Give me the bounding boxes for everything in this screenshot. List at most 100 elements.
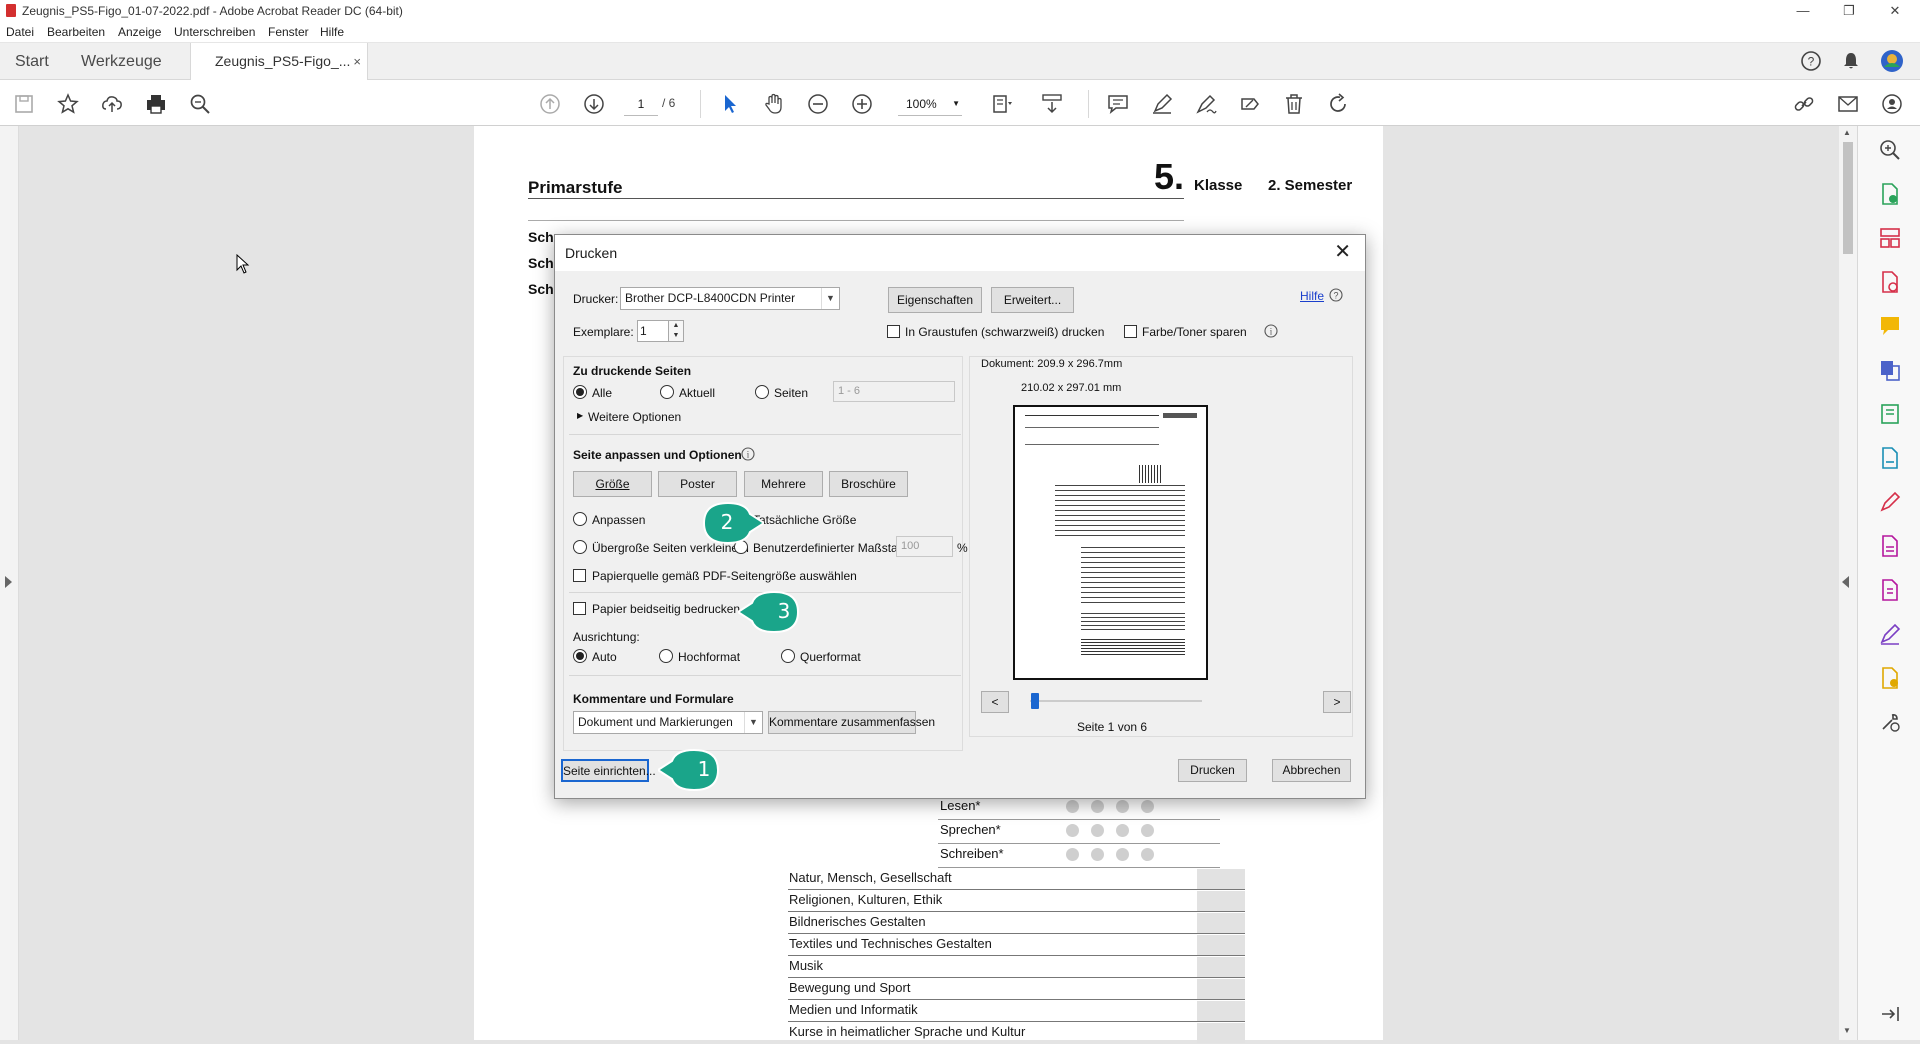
orient-auto-radio[interactable] — [573, 649, 587, 663]
zoom-out-icon[interactable] — [806, 92, 830, 116]
expand-left-panel-icon[interactable] — [5, 576, 12, 588]
printer-select[interactable]: Brother DCP-L8400CDN Printer ▼ — [620, 287, 840, 310]
cloud-upload-icon[interactable] — [100, 92, 124, 116]
collapse-panel-icon[interactable] — [1842, 576, 1849, 588]
scroll-up-icon[interactable]: ▲ — [1843, 128, 1851, 137]
pages-all-radio[interactable] — [573, 385, 587, 399]
duplex-checkbox[interactable] — [573, 602, 586, 615]
rotate-icon[interactable] — [1326, 92, 1350, 116]
menu-edit[interactable]: Bearbeiten — [47, 25, 105, 39]
poster-button[interactable]: Poster — [658, 471, 737, 497]
organize-pages-icon[interactable] — [1878, 226, 1902, 250]
more-tools-icon[interactable] — [1878, 710, 1902, 734]
shrink-radio[interactable] — [573, 540, 587, 554]
export-pdf-icon[interactable] — [1878, 182, 1902, 206]
combine-files-icon[interactable] — [1878, 358, 1902, 382]
booklet-button[interactable]: Broschüre — [829, 471, 908, 497]
print-icon[interactable] — [144, 92, 168, 116]
hand-tool-icon[interactable] — [762, 92, 786, 116]
preview-page-slider[interactable] — [1030, 700, 1202, 702]
optimize-icon[interactable] — [1878, 578, 1902, 602]
sign-panel-icon[interactable] — [1878, 622, 1902, 646]
info-icon[interactable]: i — [741, 447, 755, 461]
orient-portrait-radio[interactable] — [659, 649, 673, 663]
fit-radio[interactable] — [573, 512, 587, 526]
pages-range-radio[interactable] — [755, 385, 769, 399]
summarize-comments-button[interactable]: Kommentare zusammenfassen — [768, 711, 935, 734]
cancel-button[interactable]: Abbrechen — [1272, 759, 1351, 782]
advanced-button[interactable]: Erweitert... — [991, 287, 1074, 313]
help-info-icon[interactable]: ? — [1329, 288, 1343, 302]
comment-icon[interactable] — [1106, 92, 1130, 116]
menu-help[interactable]: Hilfe — [320, 25, 344, 39]
preview-next-button[interactable]: > — [1323, 691, 1351, 713]
zoom-level-select[interactable]: 100% ▼ — [898, 94, 962, 116]
bell-icon[interactable] — [1840, 50, 1862, 72]
tab-close-icon[interactable]: × — [353, 43, 361, 80]
menu-view[interactable]: Anzeige — [118, 25, 161, 39]
pages-current-radio[interactable] — [660, 385, 674, 399]
minimize-button[interactable]: — — [1780, 0, 1826, 22]
scroll-down-icon[interactable]: ▼ — [1843, 1026, 1851, 1035]
comments-select[interactable]: Dokument und Markierungen ▼ — [573, 711, 763, 734]
fit-page-icon[interactable] — [990, 92, 1014, 116]
create-pdf-icon[interactable] — [1878, 270, 1902, 294]
print-button[interactable]: Drucken — [1178, 759, 1247, 782]
page-number-input[interactable]: 1 — [624, 94, 658, 116]
copies-stepper[interactable]: ▲ ▼ — [668, 320, 684, 342]
protect-icon[interactable] — [1878, 534, 1902, 558]
properties-button[interactable]: Eigenschaften — [888, 287, 982, 313]
star-icon[interactable] — [56, 92, 80, 116]
share-link-icon[interactable] — [1792, 92, 1816, 116]
delete-icon[interactable] — [1282, 92, 1306, 116]
copies-input[interactable]: 1 — [637, 320, 669, 342]
more-options-toggle[interactable]: Weitere Optionen — [588, 410, 681, 424]
zoom-in-icon[interactable] — [850, 92, 874, 116]
toner-save-checkbox[interactable] — [1124, 325, 1137, 338]
help-icon[interactable]: ? — [1800, 50, 1822, 72]
paper-source-checkbox[interactable] — [573, 569, 586, 582]
mail-icon[interactable] — [1836, 92, 1860, 116]
restore-button[interactable]: ❐ — [1826, 0, 1872, 22]
expand-triangle-icon[interactable]: ▶ — [577, 411, 583, 420]
help-link[interactable]: Hilfe — [1300, 289, 1324, 303]
pages-range-input[interactable]: 1 - 6 — [833, 381, 955, 402]
tab-document[interactable]: Zeugnis_PS5-Figo_... × — [190, 43, 368, 81]
zoom-search-icon[interactable] — [1878, 138, 1902, 162]
subject-row: Textiles und Technisches Gestalten — [788, 934, 1245, 956]
info-icon[interactable]: i — [1264, 324, 1278, 338]
preview-prev-button[interactable]: < — [981, 691, 1009, 713]
highlight-pen-icon[interactable] — [1150, 92, 1174, 116]
tab-start[interactable]: Start — [15, 43, 49, 80]
panel-collapse-icon[interactable] — [1878, 1002, 1902, 1026]
custom-scale-input[interactable]: 100 — [896, 536, 953, 557]
tab-tools[interactable]: Werkzeuge — [81, 43, 162, 80]
search-zoom-icon[interactable] — [188, 92, 212, 116]
orient-landscape-radio[interactable] — [781, 649, 795, 663]
preview-slider-handle[interactable] — [1031, 693, 1039, 709]
menu-window[interactable]: Fenster — [268, 25, 309, 39]
scan-icon[interactable] — [1878, 446, 1902, 470]
close-window-button[interactable]: ✕ — [1872, 0, 1918, 22]
select-cursor-icon[interactable] — [718, 92, 742, 116]
sign-icon[interactable] — [1194, 92, 1218, 116]
menu-file[interactable]: Datei — [6, 25, 34, 39]
send-review-icon[interactable] — [1878, 666, 1902, 690]
menu-sign[interactable]: Unterschreiben — [174, 25, 255, 39]
comment-panel-icon[interactable] — [1878, 314, 1902, 338]
scroll-mode-icon[interactable] — [1040, 92, 1064, 116]
edit-pdf-icon[interactable] — [1878, 402, 1902, 426]
page-setup-button[interactable]: Seite einrichten... — [561, 759, 656, 782]
fill-sign-icon[interactable] — [1238, 92, 1262, 116]
dialog-close-button[interactable]: ✕ — [1334, 239, 1351, 264]
add-user-icon[interactable] — [1880, 92, 1904, 116]
page-down-icon[interactable] — [582, 92, 606, 116]
avatar[interactable] — [1880, 49, 1904, 73]
fill-sign-pen-icon[interactable] — [1878, 490, 1902, 514]
page-up-icon[interactable] — [538, 92, 562, 116]
multiple-button[interactable]: Mehrere — [744, 471, 823, 497]
grayscale-checkbox[interactable] — [887, 325, 900, 338]
save-icon[interactable] — [12, 92, 36, 116]
size-button[interactable]: Größe — [573, 471, 652, 497]
scroll-thumb[interactable] — [1843, 142, 1853, 254]
